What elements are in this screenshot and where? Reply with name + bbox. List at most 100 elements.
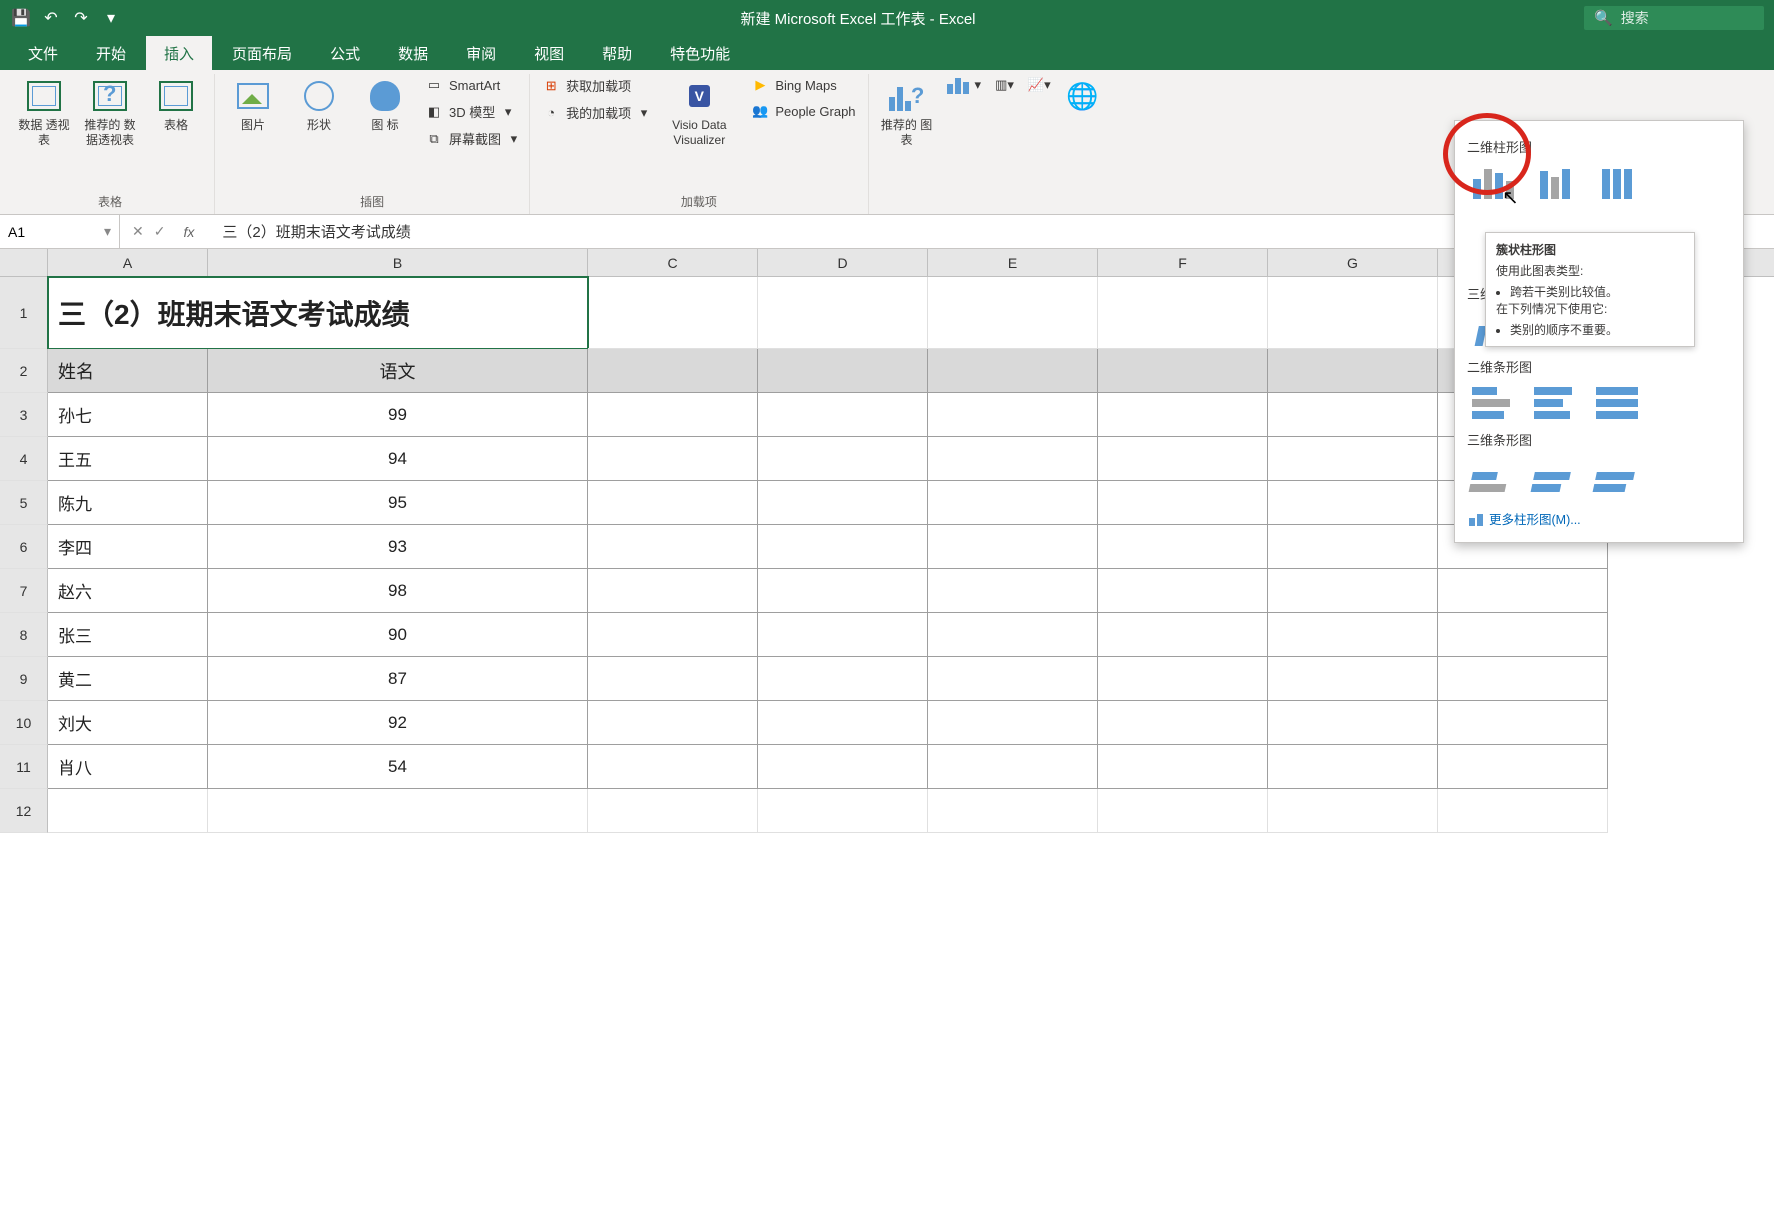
row-header-1[interactable]: 1 — [0, 277, 48, 349]
cell[interactable] — [1098, 349, 1268, 393]
screenshot-button[interactable]: ⧉屏幕截图 ▾ — [421, 127, 521, 150]
stacked100-bar-option[interactable] — [1591, 382, 1643, 424]
row-header-8[interactable]: 8 — [0, 613, 48, 657]
cell[interactable] — [758, 745, 928, 789]
cell[interactable]: 张三 — [48, 613, 208, 657]
cell[interactable] — [758, 437, 928, 481]
fx-icon[interactable]: fx — [183, 224, 194, 240]
icons-button[interactable]: 图 标 — [355, 74, 415, 137]
cell[interactable] — [758, 613, 928, 657]
pictures-button[interactable]: 图片 — [223, 74, 283, 137]
undo-icon[interactable]: ↶ — [40, 7, 62, 29]
cell[interactable] — [1438, 657, 1608, 701]
col-header-C[interactable]: C — [588, 249, 758, 276]
row-header-4[interactable]: 4 — [0, 437, 48, 481]
select-all-corner[interactable] — [0, 249, 48, 276]
col-header-D[interactable]: D — [758, 249, 928, 276]
cell[interactable] — [1098, 657, 1268, 701]
cell[interactable] — [208, 789, 588, 833]
cell[interactable] — [928, 657, 1098, 701]
name-box[interactable]: ▾ — [0, 215, 120, 248]
get-addins-button[interactable]: ⊞获取加载项 — [538, 74, 651, 97]
tab-文件[interactable]: 文件 — [10, 36, 76, 71]
table-button[interactable]: 表格 — [146, 74, 206, 137]
tab-数据[interactable]: 数据 — [380, 36, 446, 71]
col-header-F[interactable]: F — [1098, 249, 1268, 276]
cell[interactable] — [588, 701, 758, 745]
cell[interactable] — [1098, 481, 1268, 525]
save-icon[interactable]: 💾 — [10, 7, 32, 29]
cell[interactable] — [758, 569, 928, 613]
cell[interactable] — [1268, 569, 1438, 613]
cell[interactable] — [588, 789, 758, 833]
cell[interactable] — [588, 393, 758, 437]
cell[interactable] — [1438, 701, 1608, 745]
cell[interactable]: 90 — [208, 613, 588, 657]
cell[interactable] — [588, 569, 758, 613]
pivot-table-button[interactable]: 数据 透视表 — [14, 74, 74, 152]
cell[interactable] — [928, 277, 1098, 349]
cell[interactable]: 孙七 — [48, 393, 208, 437]
cell[interactable] — [1098, 525, 1268, 569]
cell[interactable] — [758, 393, 928, 437]
cell[interactable]: 92 — [208, 701, 588, 745]
cell[interactable] — [1098, 789, 1268, 833]
cell[interactable] — [1098, 277, 1268, 349]
cancel-formula-icon[interactable]: ✕ — [132, 223, 144, 240]
3d-clustered-bar-option[interactable] — [1463, 455, 1524, 497]
cell[interactable]: 98 — [208, 569, 588, 613]
row-header-2[interactable]: 2 — [0, 349, 48, 393]
cell[interactable] — [1268, 745, 1438, 789]
tab-审阅[interactable]: 审阅 — [448, 36, 514, 71]
cell[interactable] — [928, 701, 1098, 745]
cell[interactable] — [758, 525, 928, 569]
cell[interactable] — [758, 701, 928, 745]
cell[interactable]: 三（2）班期末语文考试成绩 — [48, 277, 588, 349]
cell[interactable] — [1268, 349, 1438, 393]
cell[interactable] — [1268, 437, 1438, 481]
cell[interactable]: 94 — [208, 437, 588, 481]
cell[interactable]: 陈九 — [48, 481, 208, 525]
cell[interactable] — [928, 481, 1098, 525]
cell[interactable] — [928, 393, 1098, 437]
name-box-input[interactable] — [8, 224, 88, 240]
cell[interactable] — [1098, 745, 1268, 789]
cell[interactable] — [588, 657, 758, 701]
row-header-3[interactable]: 3 — [0, 393, 48, 437]
column-chart-dropdown[interactable]: ▾ — [943, 74, 986, 96]
cell[interactable] — [928, 569, 1098, 613]
my-addins-button[interactable]: ◔我的加载项 ▾ — [538, 101, 651, 124]
cell[interactable] — [588, 349, 758, 393]
cell[interactable] — [588, 613, 758, 657]
row-header-6[interactable]: 6 — [0, 525, 48, 569]
tab-插入[interactable]: 插入 — [146, 36, 212, 71]
cell[interactable] — [758, 657, 928, 701]
cell[interactable] — [1438, 745, 1608, 789]
cell[interactable]: 语文 — [208, 349, 588, 393]
bar-chart-dropdown[interactable]: ▥▾ — [991, 74, 1018, 96]
cell[interactable] — [928, 349, 1098, 393]
cell[interactable] — [928, 525, 1098, 569]
3d-stacked-bar-option[interactable] — [1525, 455, 1586, 497]
cell[interactable] — [1438, 613, 1608, 657]
col-header-E[interactable]: E — [928, 249, 1098, 276]
cell[interactable]: 赵六 — [48, 569, 208, 613]
cell[interactable] — [1268, 393, 1438, 437]
row-header-9[interactable]: 9 — [0, 657, 48, 701]
clustered-bar-option[interactable] — [1467, 382, 1519, 424]
cell[interactable] — [588, 525, 758, 569]
cell[interactable]: 肖八 — [48, 745, 208, 789]
accept-formula-icon[interactable]: ✓ — [154, 223, 166, 240]
cell[interactable]: 黄二 — [48, 657, 208, 701]
maps-button[interactable]: 🌐 — [1061, 74, 1105, 122]
3d-model-button[interactable]: ◧3D 模型 ▾ — [421, 100, 521, 123]
cell[interactable] — [1268, 481, 1438, 525]
tab-特色功能[interactable]: 特色功能 — [652, 36, 748, 71]
row-header-5[interactable]: 5 — [0, 481, 48, 525]
smartart-button[interactable]: ▭SmartArt — [421, 74, 521, 96]
cell[interactable] — [758, 789, 928, 833]
cell[interactable] — [588, 437, 758, 481]
cell[interactable] — [1268, 613, 1438, 657]
line-chart-dropdown[interactable]: 📈▾ — [1024, 74, 1055, 96]
redo-icon[interactable]: ↷ — [70, 7, 92, 29]
